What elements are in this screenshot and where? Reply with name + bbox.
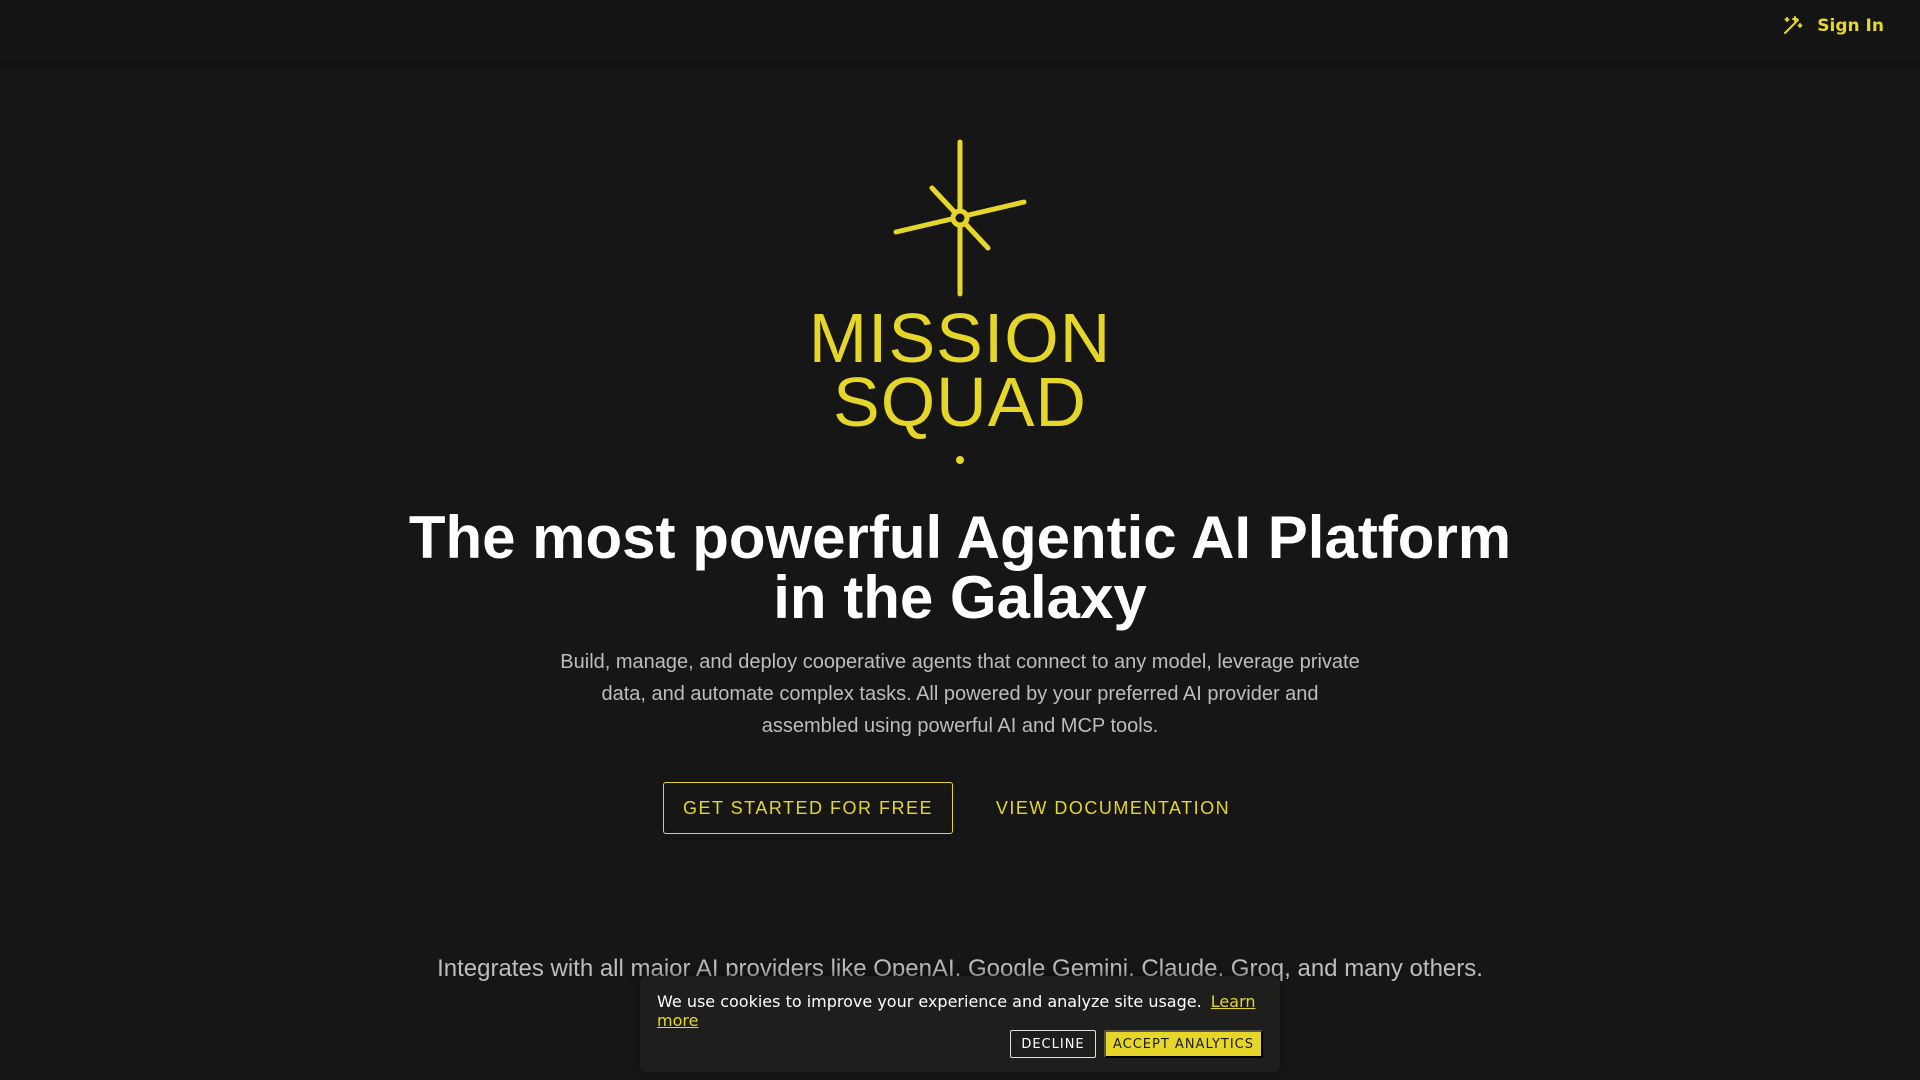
theme-toggle-icon[interactable] <box>1780 14 1804 38</box>
decline-button[interactable]: DECLINE <box>1010 1030 1096 1058</box>
hero-subtext: Build, manage, and deploy cooperative ag… <box>560 651 1360 737</box>
cookie-message: We use cookies to improve your experienc… <box>657 992 1280 1030</box>
view-documentation-button[interactable]: VIEW DOCUMENTATION <box>972 782 1254 834</box>
cookie-banner: We use cookies to improve your experienc… <box>640 976 1280 1072</box>
accept-analytics-button[interactable]: ACCEPT ANALYTICS <box>1104 1030 1263 1058</box>
get-started-button[interactable]: GET STARTED FOR FREE <box>663 782 953 834</box>
headline-line-1: The most powerful Agentic AI Platform <box>408 504 1512 571</box>
top-nav-bar: Sign In <box>0 0 1920 62</box>
sign-in-link[interactable]: Sign In <box>1817 16 1884 36</box>
cookie-message-text: We use cookies to improve your experienc… <box>657 992 1202 1011</box>
wordmark-line-2: SQUAD <box>833 363 1087 441</box>
brand-wordmark: MISSION SQUAD <box>760 299 1160 441</box>
wordmark-line-1: MISSION <box>808 299 1112 377</box>
headline-line-2: in the Galaxy <box>773 564 1147 631</box>
hero-headline: The most powerful Agentic AI Platform in… <box>360 508 1560 628</box>
